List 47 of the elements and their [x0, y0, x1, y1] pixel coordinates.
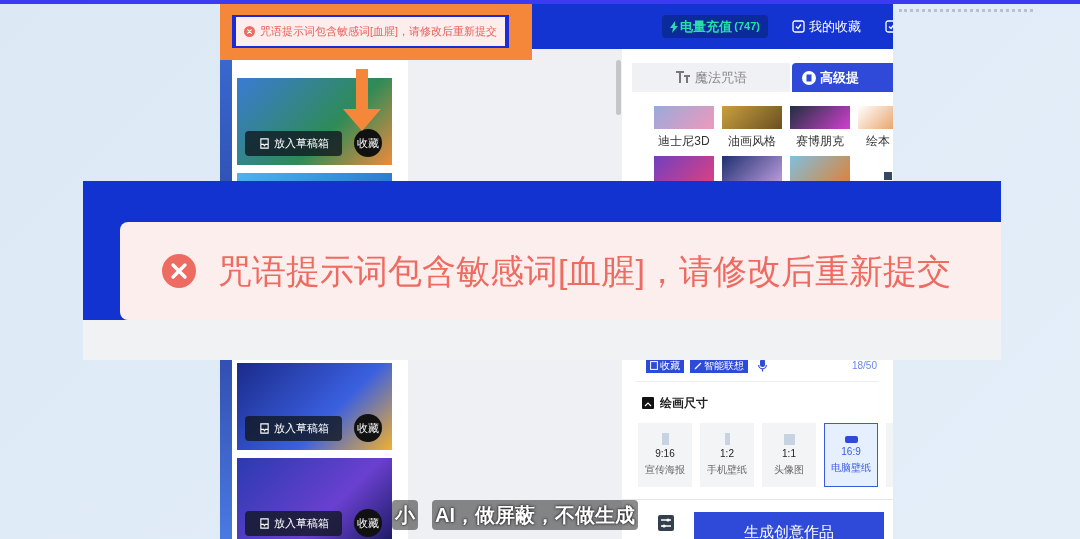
draft-button[interactable]: 放入草稿箱	[245, 510, 342, 536]
text-style-icon	[675, 71, 691, 84]
header-link[interactable]: 我的收藏	[792, 16, 861, 37]
ratio-shape-icon	[783, 433, 795, 445]
ratio-shape-icon	[661, 433, 669, 445]
pen-icon	[694, 361, 702, 370]
sliders-icon[interactable]	[658, 515, 674, 531]
inbox-icon	[258, 517, 270, 529]
inbox-icon	[258, 422, 270, 434]
image-icon	[884, 172, 892, 180]
style-label: 迪士尼3D	[658, 133, 710, 150]
draft-button[interactable]: 放入草稿箱	[245, 130, 342, 156]
image-icon	[642, 397, 654, 409]
style-thumbnail[interactable]	[654, 106, 714, 129]
error-icon	[244, 26, 255, 37]
ratio-shape-icon	[724, 433, 730, 445]
subtitle-text: 小	[392, 500, 418, 530]
lightning-icon	[670, 20, 679, 33]
style-thumbnail[interactable]	[790, 106, 850, 129]
arrow-annotation	[343, 69, 381, 131]
prompt-tab[interactable]: 高级提	[792, 63, 893, 92]
inbox-icon	[258, 137, 270, 149]
favorite-button[interactable]: 收藏	[354, 129, 382, 157]
character-counter: 18/50	[851, 359, 878, 373]
scrollbar[interactable]	[616, 60, 621, 115]
style-label: 绘本	[865, 133, 890, 150]
bookmark-icon	[650, 361, 658, 370]
bookmark-icon	[802, 70, 816, 85]
error-message: 咒语提示词包含敏感词[血腥]，请修改后重新提交	[260, 23, 497, 39]
generate-button[interactable]: 生成创意作品	[694, 512, 884, 539]
error-message: 咒语提示词包含敏感词[血腥]，请修改后重新提交	[218, 250, 951, 292]
draft-button[interactable]: 放入草稿箱	[245, 415, 342, 441]
favorite-button[interactable]: 收藏	[354, 414, 382, 442]
size-option[interactable]: 16:9 电脑壁纸	[824, 423, 878, 487]
recharge-button[interactable]: 电量充值(747)	[662, 15, 768, 38]
ratio-shape-icon	[844, 435, 858, 443]
subtitle-text: AI，做屏蔽，不做生成	[432, 500, 638, 530]
error-icon	[162, 254, 196, 288]
favorite-button[interactable]: 收藏	[354, 509, 382, 537]
section-title: 绘画尺寸	[660, 395, 708, 412]
size-option[interactable]: 1:2 手机壁纸	[700, 423, 754, 487]
style-label: 赛博朋克	[796, 133, 844, 150]
size-option[interactable]: 9:16 宣传海报	[638, 423, 692, 487]
style-thumbnail[interactable]	[722, 106, 782, 129]
size-option[interactable]: 1:1 头像图	[762, 423, 816, 487]
checkbox-icon	[792, 20, 805, 33]
style-label: 油画风格	[728, 133, 776, 150]
